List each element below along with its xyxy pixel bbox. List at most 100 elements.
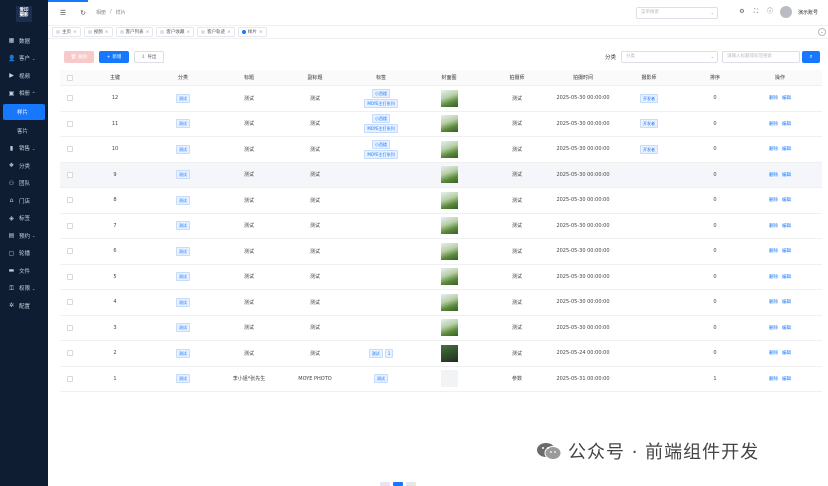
sidebar-item-11[interactable]: ▤ 预约 ⌄ [0, 227, 48, 245]
export-button[interactable]: ⇩ 导出 [134, 51, 164, 63]
sidebar-item-8[interactable]: ⚇ 团队 [0, 175, 48, 193]
cover-image[interactable] [440, 319, 458, 337]
edit-link[interactable]: 编辑 [782, 121, 791, 127]
edit-link[interactable]: 编辑 [782, 274, 791, 280]
settings-icon[interactable]: ⚙ [738, 8, 746, 16]
delete-link[interactable]: 删除 [769, 350, 778, 356]
delete-link[interactable]: 删除 [769, 325, 778, 331]
row-checkbox[interactable] [67, 197, 73, 204]
close-icon[interactable]: × [146, 30, 150, 35]
edit-link[interactable]: 编辑 [782, 325, 791, 331]
cover-image[interactable] [440, 217, 458, 235]
tab-4[interactable]: 客户轨迹 × [197, 27, 235, 37]
sidebar-item-label: 轮播 [19, 251, 31, 258]
sidebar-item-6[interactable]: ▮ 销售 ⌄ [0, 140, 48, 158]
delete-link[interactable]: 删除 [769, 223, 778, 229]
fullscreen-icon[interactable]: ⛶ [752, 8, 760, 16]
tab-1[interactable]: 视频 × [83, 27, 113, 37]
pagination-page-current[interactable] [393, 482, 403, 486]
row-checkbox[interactable] [67, 248, 73, 255]
row-checkbox[interactable] [67, 350, 73, 357]
edit-link[interactable]: 编辑 [782, 248, 791, 254]
sidebar-item-5[interactable]: 客片 [0, 122, 48, 140]
sidebar-item-3[interactable]: ▣ 相册 ^ [0, 85, 48, 103]
edit-link[interactable]: 编辑 [782, 350, 791, 356]
cover-image[interactable] [440, 191, 458, 209]
avatar[interactable] [779, 6, 792, 18]
search-button[interactable]: ⌕ [802, 51, 820, 63]
delete-link[interactable]: 删除 [769, 121, 778, 127]
edit-link[interactable]: 编辑 [782, 299, 791, 305]
cover-image[interactable] [440, 242, 458, 260]
edit-link[interactable]: 编辑 [782, 376, 791, 382]
delete-link[interactable]: 删除 [769, 376, 778, 382]
delete-link[interactable]: 删除 [769, 274, 778, 280]
row-checkbox[interactable] [67, 171, 73, 178]
row-checkbox[interactable] [67, 273, 73, 280]
tab-0[interactable]: 主页 × [52, 27, 81, 37]
delete-link[interactable]: 删除 [769, 172, 778, 178]
cover-image[interactable] [440, 166, 458, 184]
cover-image[interactable] [440, 370, 458, 388]
user-name[interactable]: 演示账号 [798, 9, 818, 16]
sidebar-item-2[interactable]: ▶ 视频 [0, 67, 48, 85]
delete-link[interactable]: 删除 [769, 197, 778, 203]
close-icon[interactable]: × [227, 30, 231, 35]
tabs-more-icon[interactable]: ⌄ [818, 28, 826, 36]
close-icon[interactable]: × [73, 30, 77, 35]
edit-link[interactable]: 编辑 [782, 95, 791, 101]
actions-cell: 删除 编辑 [748, 146, 812, 152]
row-checkbox[interactable] [67, 375, 73, 382]
sidebar-item-9[interactable]: ⌂ 门店 [0, 192, 48, 210]
sidebar-item-12[interactable]: ▢ 轮播 [0, 245, 48, 263]
close-icon[interactable]: × [259, 30, 263, 35]
sidebar-item-4[interactable]: 样片 [3, 104, 45, 120]
delete-link[interactable]: 删除 [769, 299, 778, 305]
tab-5[interactable]: 样片 × [237, 27, 267, 37]
row-checkbox[interactable] [67, 324, 73, 331]
delete-link[interactable]: 删除 [769, 146, 778, 152]
delete-link[interactable]: 删除 [769, 248, 778, 254]
info-icon[interactable]: ⓘ [766, 8, 774, 16]
cover-image[interactable] [440, 140, 458, 158]
row-checkbox[interactable] [67, 299, 73, 306]
breadcrumb-parent[interactable]: 相册 [96, 9, 106, 16]
sidebar-item-1[interactable]: 👤 客户 ⌄ [0, 50, 48, 68]
keyword-search-input[interactable]: 请输入标题或标签搜索 [722, 51, 800, 63]
edit-link[interactable]: 编辑 [782, 223, 791, 229]
sidebar-item-15[interactable]: ✲ 配置 [0, 297, 48, 315]
row-checkbox[interactable] [67, 95, 73, 102]
tab-2[interactable]: 客户列表 × [115, 27, 154, 37]
edit-link[interactable]: 编辑 [782, 146, 791, 152]
sidebar-item-0[interactable]: ▦ 数据 [0, 32, 48, 50]
row-checkbox[interactable] [67, 120, 73, 127]
cover-image[interactable] [440, 268, 458, 286]
cover-image[interactable] [440, 344, 458, 362]
row-checkbox[interactable] [67, 146, 73, 153]
pagination-next[interactable] [406, 482, 416, 486]
category-filter-select[interactable]: 分类 ⌄ [621, 51, 718, 63]
cover-image[interactable] [440, 293, 458, 311]
add-button[interactable]: + 新增 [99, 51, 129, 63]
edit-link[interactable]: 编辑 [782, 197, 791, 203]
cover-image[interactable] [440, 89, 458, 107]
menu-search-select[interactable]: 菜单搜索 ⌄ [636, 7, 718, 19]
sidebar-item-14[interactable]: ⚿ 权限 ⌄ [0, 280, 48, 298]
refresh-icon[interactable]: ↻ [78, 8, 88, 18]
close-icon[interactable]: × [105, 30, 109, 35]
delete-button[interactable]: 🗑 删除 [64, 51, 94, 63]
tab-3[interactable]: 客户收藏 × [156, 27, 195, 37]
tag-badge: MOYE主打系列 [364, 98, 398, 108]
sidebar-item-7[interactable]: ❖ 分类 [0, 157, 48, 175]
menu-collapse-icon[interactable]: ☰ [58, 8, 68, 18]
cover-image[interactable] [440, 115, 458, 133]
close-icon[interactable]: × [186, 30, 190, 35]
delete-link[interactable]: 删除 [769, 95, 778, 101]
sidebar-item-13[interactable]: ▬ 文件 [0, 262, 48, 280]
row-checkbox[interactable] [67, 222, 73, 229]
select-all-checkbox[interactable] [67, 74, 73, 81]
logo[interactable]: 爱印 摄影 [0, 0, 48, 28]
sidebar-item-10[interactable]: ◈ 标签 [0, 210, 48, 228]
edit-link[interactable]: 编辑 [782, 172, 791, 178]
pagination-prev[interactable] [380, 482, 390, 486]
